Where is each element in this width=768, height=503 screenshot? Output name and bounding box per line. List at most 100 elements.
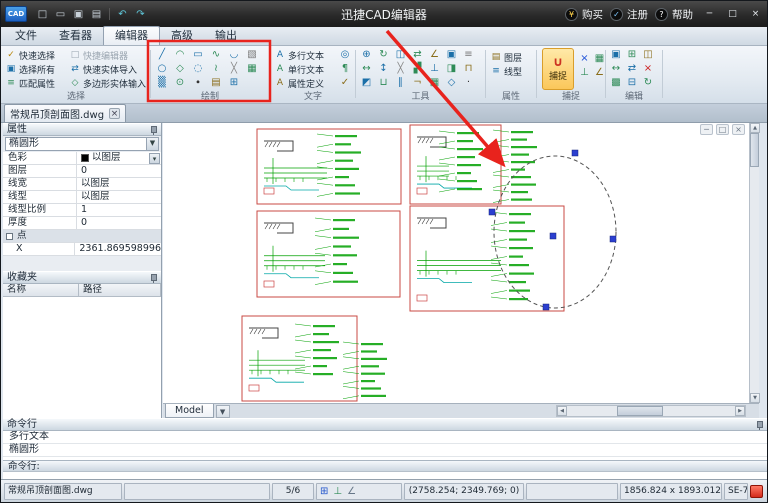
register-icon[interactable]: ✓ [610,8,623,21]
vertical-scrollbar[interactable]: ▲ ▼ [749,123,759,403]
save-icon[interactable]: ▣ [70,6,87,23]
ribbon-button[interactable]: ≡线型 [488,64,534,78]
ribbon-button[interactable]: ≡匹配属性 [3,76,67,90]
tool-icon[interactable]: ↻ [375,48,392,62]
draw-tool-icon[interactable]: ▤ [207,76,225,90]
pin-icon[interactable] [149,274,157,283]
snap-button[interactable]: ∪ 捕捉 [542,48,574,90]
status-icon[interactable]: ⊥ [333,484,342,499]
ribbon-button[interactable]: ▤图层 [488,50,534,64]
draw-tool-icon[interactable]: ▭ [189,48,207,62]
tool-icon[interactable]: ⊕ [358,48,375,62]
favorites-column-name[interactable]: 名称 [3,284,79,296]
object-type-select[interactable]: 椭圆形 ▼ [5,137,159,151]
mdi-minimize-icon[interactable]: ─ [700,124,713,135]
property-row[interactable]: 图层0 [3,165,161,178]
status-icon[interactable]: ⊞ [320,484,328,499]
pin-icon[interactable] [149,126,157,135]
tool-icon[interactable]: ◩ [358,76,375,90]
scroll-down-icon[interactable]: ▼ [750,393,760,403]
text-tool-icon[interactable]: ◎ [338,48,352,62]
cad-drawing[interactable] [163,123,749,403]
layout-dropdown-button[interactable]: ▼ [216,405,230,418]
tool-icon[interactable]: · [460,76,477,90]
tool-icon[interactable]: ↔ [358,62,375,76]
ribbon-button[interactable]: ⇄快速实体导入 [67,62,149,76]
tool-icon[interactable]: ◫ [392,48,409,62]
edit-tool-icon[interactable]: ▣ [608,48,624,62]
tool-icon[interactable]: ▞ [409,62,426,76]
tool-icon[interactable]: ⊥ [426,62,443,76]
edit-tool-icon[interactable]: × [640,62,656,76]
draw-tool-icon[interactable]: ▧ [243,48,261,62]
property-row[interactable]: 线型比例1 [3,204,161,217]
maximize-button[interactable]: □ [723,6,742,22]
edit-tool-icon[interactable]: ↔ [608,62,624,76]
draw-tool-icon[interactable]: ▒ [153,76,171,90]
document-tab[interactable]: 常规吊顶剖面图.dwg × [4,104,126,122]
tool-icon[interactable]: ∠ [426,48,443,62]
buy-link[interactable]: 购买 [582,7,603,22]
tool-icon[interactable]: ▣ [443,48,460,62]
new-file-icon[interactable]: □ [34,6,51,23]
draw-tool-icon[interactable]: ◇ [171,62,189,76]
property-row[interactable]: 厚度0 [3,217,161,230]
property-group-row[interactable]: 点 [3,230,161,243]
register-link[interactable]: 注册 [627,7,648,22]
properties-header[interactable]: 属性 [3,123,161,136]
mdi-restore-icon[interactable]: □ [716,124,729,135]
tab-close-icon[interactable]: × [109,108,120,119]
tool-icon[interactable]: ⇄ [409,48,426,62]
property-row[interactable]: 线型以图层 [3,191,161,204]
print-icon[interactable]: ▤ [88,6,105,23]
property-row[interactable]: 色彩以图层▾ [3,152,161,165]
model-tab[interactable]: Model [165,404,214,418]
property-value[interactable]: 1 [77,204,161,216]
expander-icon[interactable] [6,233,13,240]
tab-output[interactable]: 输出 [204,27,248,45]
draw-tool-icon[interactable]: ⊞ [225,76,243,90]
draw-tool-icon[interactable]: ∙ [189,76,207,90]
ribbon-button[interactable]: ✓快速选择 [3,48,67,62]
tab-advanced[interactable]: 高级 [160,27,204,45]
buy-icon[interactable]: ¥ [565,8,578,21]
status-red-icon[interactable] [750,485,763,498]
edit-tool-icon[interactable]: ⊟ [624,76,640,90]
tool-icon[interactable]: ¬ [409,76,426,90]
draw-tool-icon[interactable]: ╱ [153,48,171,62]
dropdown-arrow-icon[interactable]: ▾ [149,153,160,164]
tool-icon[interactable]: ↕ [375,62,392,76]
horizontal-scrollbar-thumb[interactable] [617,406,663,416]
tab-file[interactable]: 文件 [4,27,48,45]
minimize-button[interactable]: ─ [700,6,719,22]
ribbon-button[interactable]: ▣选择所有 [3,62,67,76]
edit-tool-icon[interactable]: ▩ [608,76,624,90]
tool-icon[interactable]: ◨ [443,62,460,76]
property-row[interactable]: 线宽以图层 [3,178,161,191]
scroll-right-icon[interactable]: ▶ [735,406,745,416]
command-input[interactable] [3,472,767,479]
draw-tool-icon[interactable]: ╳ [225,62,243,76]
draw-tool-icon[interactable]: ◡ [225,48,243,62]
close-button[interactable]: × [746,6,765,22]
help-icon[interactable]: ? [655,8,668,21]
favorites-header[interactable]: 收藏夹 [3,271,161,284]
mdi-close-icon[interactable]: × [732,124,745,135]
horizontal-scrollbar[interactable]: ◀ ▶ [556,405,746,417]
tool-icon[interactable]: ◇ [443,76,460,90]
redo-icon[interactable]: ↷ [132,6,149,23]
edit-tool-icon[interactable]: ⊞ [624,48,640,62]
snap-option-icon[interactable]: ⊥ [577,66,592,80]
undo-icon[interactable]: ↶ [114,6,131,23]
help-link[interactable]: 帮助 [672,7,693,22]
ribbon-button[interactable]: □快捷编辑器 [67,48,149,62]
tool-icon[interactable]: ≡ [460,48,477,62]
edit-tool-icon[interactable]: ⇄ [624,62,640,76]
draw-tool-icon[interactable]: ▦ [243,62,261,76]
draw-tool-icon[interactable]: ⊙ [171,76,189,90]
property-value[interactable]: 0 [77,217,161,229]
property-value[interactable]: 以图层 [77,178,161,190]
pin-icon[interactable] [755,421,763,430]
property-value[interactable]: 以图层▾ [77,152,161,164]
snap-option-icon[interactable]: × [577,52,592,66]
